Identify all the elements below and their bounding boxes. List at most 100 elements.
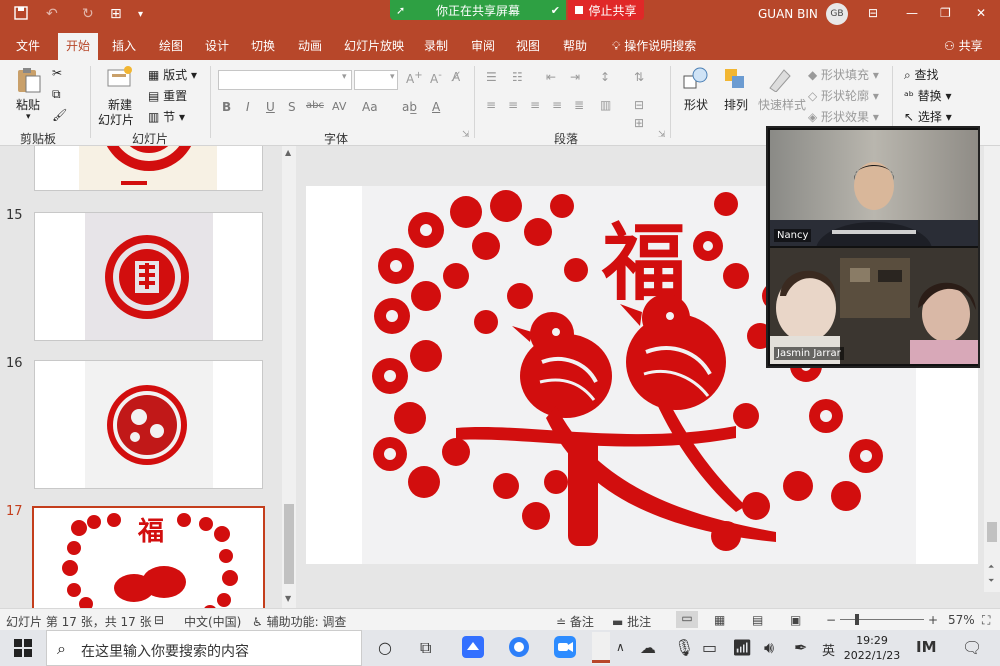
tab-insert[interactable]: 插入 bbox=[112, 37, 136, 54]
slide-thumbnail-selected[interactable]: 福 bbox=[32, 506, 265, 608]
tab-view[interactable]: 视图 bbox=[516, 37, 540, 54]
prev-slide-icon[interactable]: ⏶ bbox=[988, 562, 994, 572]
shapes-icon[interactable] bbox=[682, 66, 710, 92]
language-indicator[interactable]: 中文(中国) bbox=[184, 613, 241, 630]
numbering-icon[interactable]: ☷ bbox=[512, 70, 523, 84]
font-dropdown-icon[interactable]: ▾ bbox=[342, 72, 347, 82]
close-icon[interactable]: ✕ bbox=[976, 6, 986, 20]
reset-button[interactable]: ▤ 重置 bbox=[148, 87, 187, 104]
thumbnail-scrollbar[interactable]: ▲ ▼ bbox=[282, 146, 296, 608]
ime-indicator[interactable]: 英 bbox=[822, 640, 835, 659]
scroll-thumb[interactable] bbox=[284, 504, 294, 584]
video-panel[interactable]: Nancy Jasmin Jarrar bbox=[766, 126, 980, 368]
new-slide-label-2[interactable]: 幻灯片 bbox=[98, 111, 134, 128]
tab-record[interactable]: 录制 bbox=[424, 37, 448, 54]
zoom-level[interactable]: 57% bbox=[948, 613, 975, 627]
tab-help[interactable]: 帮助 bbox=[563, 37, 587, 54]
align-left-icon[interactable]: ≡ bbox=[486, 98, 496, 112]
screen-share-banner[interactable]: ➚ 你正在共享屏幕 ✔ bbox=[390, 0, 566, 20]
avatar[interactable]: GB bbox=[826, 3, 848, 25]
find-button[interactable]: ⌕ 查找 bbox=[904, 66, 939, 83]
ribbon-display-icon[interactable]: ⊟ bbox=[868, 6, 878, 20]
text-direction-icon[interactable]: ⇅ bbox=[634, 70, 644, 84]
notes-button[interactable]: ≐ 备注 bbox=[556, 613, 594, 630]
align-text-icon[interactable]: ⊟ bbox=[634, 98, 644, 112]
zoom-in-icon[interactable]: + bbox=[928, 613, 938, 627]
tab-slideshow[interactable]: 幻灯片放映 bbox=[344, 37, 404, 54]
present-icon[interactable]: ⊞ bbox=[110, 6, 122, 22]
select-button[interactable]: ↖ 选择 ▾ bbox=[904, 108, 952, 125]
arrange-label[interactable]: 排列 bbox=[724, 96, 748, 113]
tab-review[interactable]: 审阅 bbox=[471, 37, 495, 54]
scroll-up-icon[interactable]: ▲ bbox=[285, 148, 291, 157]
section-button[interactable]: ▥ 节 ▾ bbox=[148, 108, 185, 125]
stop-share-button[interactable]: 停止共享 bbox=[568, 0, 644, 20]
align-right-icon[interactable]: ≡ bbox=[530, 98, 540, 112]
highlight-icon[interactable]: ab̲ bbox=[402, 100, 417, 114]
slide-thumbnail[interactable] bbox=[34, 146, 263, 191]
align-center-icon[interactable]: ≡ bbox=[508, 98, 518, 112]
task-view-icon[interactable]: ⧉ bbox=[420, 638, 431, 658]
smartart-icon[interactable]: ⊞ bbox=[634, 116, 644, 130]
fit-slide-icon[interactable]: ⛶ bbox=[982, 613, 990, 628]
underline-button[interactable]: U bbox=[266, 100, 275, 114]
shape-fill-button[interactable]: ◆ 形状填充 ▾ bbox=[808, 66, 879, 83]
volume-icon[interactable]: 🔊︎ bbox=[764, 638, 774, 658]
justify-icon[interactable]: ≡ bbox=[552, 98, 562, 112]
columns-icon[interactable]: ▥ bbox=[600, 98, 611, 112]
new-slide-icon[interactable] bbox=[106, 64, 134, 90]
size-dropdown-icon[interactable]: ▾ bbox=[390, 72, 395, 82]
shape-outline-button[interactable]: ◇ 形状轮廓 ▾ bbox=[808, 87, 879, 104]
save-icon[interactable] bbox=[14, 6, 28, 24]
strikethrough-button[interactable]: S bbox=[288, 100, 296, 114]
feishu-icon[interactable] bbox=[462, 636, 484, 662]
tab-draw[interactable]: 绘图 bbox=[159, 37, 183, 54]
slideshow-icon[interactable]: ▣ bbox=[790, 613, 801, 627]
tab-design[interactable]: 设计 bbox=[205, 37, 229, 54]
slide-thumbnail-pane[interactable]: 15 16 17 福 ▲ ▼ bbox=[0, 146, 298, 608]
user-name[interactable]: GUAN BIN bbox=[758, 7, 818, 21]
font-name-select[interactable] bbox=[218, 70, 352, 90]
tab-animations[interactable]: 动画 bbox=[298, 37, 322, 54]
tab-home[interactable]: 开始 bbox=[58, 33, 99, 60]
slide-thumbnail[interactable] bbox=[34, 360, 263, 489]
increase-font-icon[interactable]: A+ bbox=[406, 70, 423, 86]
show-hidden-icons[interactable]: ∧ bbox=[616, 640, 625, 654]
decrease-indent-icon[interactable]: ⇤ bbox=[546, 70, 556, 84]
browser-icon[interactable] bbox=[508, 636, 530, 662]
comments-button[interactable]: ▬ 批注 bbox=[612, 613, 651, 630]
paste-label[interactable]: 粘贴 bbox=[16, 96, 40, 113]
next-slide-icon[interactable]: ⏷ bbox=[988, 576, 994, 586]
shape-effects-button[interactable]: ◈ 形状效果 ▾ bbox=[808, 108, 879, 125]
accessibility-button[interactable]: ♿︎ 辅助功能: 调查 bbox=[252, 613, 346, 630]
restore-icon[interactable]: ❐ bbox=[940, 6, 951, 20]
app-tray-icon[interactable]: IM bbox=[916, 638, 937, 656]
spellcheck-icon[interactable]: ⊟ bbox=[154, 613, 164, 627]
cloud-icon[interactable]: ☁ bbox=[640, 638, 656, 657]
windows-start-icon[interactable] bbox=[14, 639, 32, 661]
redo-icon[interactable]: ↻ bbox=[82, 6, 94, 22]
quick-styles-label[interactable]: 快速样式 bbox=[758, 96, 806, 113]
decrease-font-icon[interactable]: A- bbox=[430, 70, 442, 86]
paste-dropdown-icon[interactable]: ▾ bbox=[26, 112, 31, 122]
distribute-icon[interactable]: ≣ bbox=[574, 98, 584, 112]
normal-view-icon[interactable]: ▭ bbox=[676, 611, 698, 628]
video-tile[interactable]: Jasmin Jarrar bbox=[770, 248, 978, 364]
zoom-app-icon[interactable] bbox=[554, 636, 576, 662]
scroll-thumb[interactable] bbox=[987, 522, 997, 542]
battery-icon[interactable]: ▭ bbox=[702, 638, 717, 657]
tell-me-search[interactable]: 💡︎ 操作说明搜索 bbox=[612, 37, 696, 54]
char-spacing-button[interactable]: AV bbox=[332, 100, 346, 113]
font-color-button[interactable]: A bbox=[432, 100, 440, 114]
reading-view-icon[interactable]: ▤ bbox=[752, 613, 763, 627]
video-tile[interactable]: Nancy bbox=[770, 130, 978, 246]
replace-button[interactable]: ᵃᵇ 替换 ▾ bbox=[904, 87, 952, 104]
quick-styles-icon[interactable] bbox=[766, 66, 794, 93]
slide-sorter-icon[interactable]: ▦ bbox=[714, 613, 725, 627]
editor-scrollbar[interactable]: ⏶ ⏷ bbox=[984, 146, 1000, 592]
arrange-icon[interactable] bbox=[722, 66, 750, 92]
zoom-slider-thumb[interactable] bbox=[855, 614, 859, 625]
tab-transitions[interactable]: 切换 bbox=[251, 37, 275, 54]
scroll-down-icon[interactable]: ▼ bbox=[285, 594, 291, 603]
taskbar-item[interactable] bbox=[592, 632, 610, 666]
